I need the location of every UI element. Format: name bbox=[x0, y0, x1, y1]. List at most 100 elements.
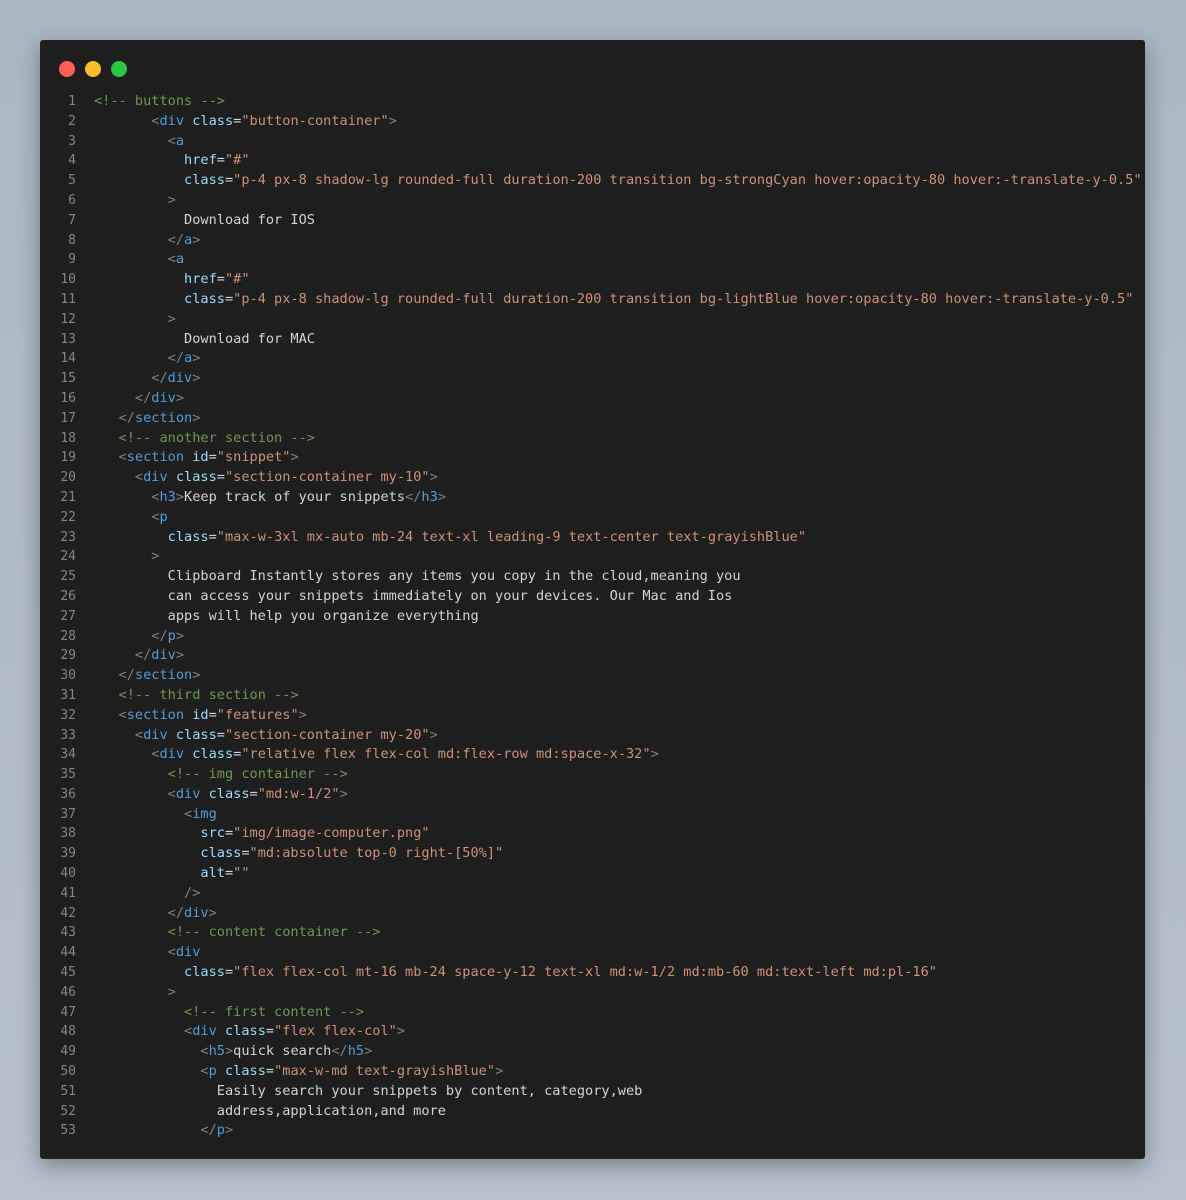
code-token-punct: < bbox=[167, 251, 176, 268]
line-content: </div> bbox=[76, 646, 1145, 666]
code-token-comment: <!-- buttons --> bbox=[94, 93, 225, 109]
code-line: 4 href="#" bbox=[40, 151, 1145, 171]
code-token-punct: > bbox=[192, 370, 201, 387]
code-token-tag: div bbox=[143, 726, 168, 743]
code-token-tag: section bbox=[126, 706, 185, 723]
code-token-punct: < bbox=[167, 944, 176, 961]
line-number: 7 bbox=[68, 212, 76, 228]
line-content: <p bbox=[76, 508, 1145, 528]
line-content: <p class="max-w-md text-grayishBlue"> bbox=[76, 1062, 1145, 1082]
code-token-tag: div bbox=[184, 904, 209, 921]
line-number: 41 bbox=[60, 885, 76, 901]
code-token-tag: div bbox=[175, 944, 201, 961]
line-number: 3 bbox=[68, 133, 76, 149]
line-number: 13 bbox=[60, 331, 76, 347]
line-number: 1 bbox=[68, 94, 76, 109]
code-token-punct: </ bbox=[134, 389, 152, 406]
code-token-punct: > bbox=[429, 469, 438, 486]
code-token-attr: class bbox=[184, 964, 225, 981]
maximize-button[interactable] bbox=[111, 61, 127, 77]
code-token-text: Keep track of your snippets bbox=[184, 488, 406, 505]
code-token-tag: a bbox=[184, 231, 193, 248]
code-token-attr: alt bbox=[200, 865, 225, 882]
code-token-tag: section bbox=[134, 667, 193, 684]
code-token-punct: < bbox=[167, 132, 176, 149]
code-token-punct: < bbox=[200, 1043, 209, 1060]
code-line: 27 apps will help you organize everythin… bbox=[40, 607, 1145, 627]
code-token-tag: div bbox=[159, 112, 185, 129]
code-token-text: = bbox=[224, 172, 234, 189]
code-token-punct: </ bbox=[331, 1043, 348, 1060]
code-line: 15 </div> bbox=[40, 369, 1145, 389]
line-content: Download for IOS bbox=[76, 211, 1145, 231]
line-content: class="max-w-3xl mx-auto mb-24 text-xl l… bbox=[76, 528, 1145, 548]
line-number: 25 bbox=[60, 569, 76, 585]
code-token-comment: <!-- content container --> bbox=[167, 924, 381, 941]
close-button[interactable] bbox=[59, 61, 75, 77]
line-content: <h3>Keep track of your snippets</h3> bbox=[76, 488, 1145, 508]
line-number: 11 bbox=[60, 291, 76, 307]
code-token-punct: > bbox=[364, 1043, 373, 1060]
code-token-punct: </ bbox=[151, 370, 168, 387]
code-token-punct: > bbox=[167, 191, 176, 208]
line-number: 4 bbox=[68, 153, 76, 169]
line-content: /> bbox=[76, 884, 1145, 904]
code-token-text: Download for MAC bbox=[94, 330, 315, 347]
code-token-str: "#" bbox=[224, 271, 250, 288]
code-token-attr: class bbox=[192, 746, 234, 763]
code-token-text: = bbox=[208, 706, 217, 723]
line-content: > bbox=[76, 191, 1145, 211]
code-token-attr: class bbox=[175, 726, 217, 743]
code-token-tag: p bbox=[216, 1122, 225, 1139]
code-line: 13 Download for MAC bbox=[40, 330, 1145, 350]
code-line: 44 <div bbox=[40, 943, 1145, 963]
code-token-punct: </ bbox=[200, 1122, 217, 1139]
code-token-punct: > bbox=[208, 904, 217, 921]
line-content: <a bbox=[76, 250, 1145, 270]
code-line: 42 </div> bbox=[40, 904, 1145, 924]
code-line: 50 <p class="max-w-md text-grayishBlue"> bbox=[40, 1062, 1145, 1082]
code-token-punct: > bbox=[437, 488, 446, 505]
line-content: <!-- buttons --> bbox=[76, 92, 1145, 112]
line-content: </div> bbox=[76, 369, 1145, 389]
line-number: 24 bbox=[60, 549, 76, 565]
line-content: <!-- content container --> bbox=[76, 923, 1145, 943]
code-token-tag: p bbox=[159, 508, 168, 525]
code-token-punct: < bbox=[134, 469, 144, 486]
code-token-str: "section-container my-10" bbox=[224, 469, 430, 486]
code-token-attr: id bbox=[192, 449, 209, 466]
code-token-punct: < bbox=[200, 1063, 209, 1080]
code-token-punct: > bbox=[167, 983, 176, 1000]
code-token-text: = bbox=[224, 964, 234, 981]
line-content: </div> bbox=[76, 904, 1145, 924]
code-line: 39 class="md:absolute top-0 right-[50%]" bbox=[40, 844, 1145, 864]
code-token-attr: class bbox=[224, 1063, 266, 1080]
code-token-text: = bbox=[216, 469, 225, 486]
line-content: <!-- third section --> bbox=[76, 686, 1145, 706]
code-token-punct: </ bbox=[167, 231, 185, 248]
minimize-button[interactable] bbox=[85, 61, 101, 77]
line-number: 38 bbox=[60, 826, 76, 842]
line-content: <div class="flex flex-col"> bbox=[76, 1022, 1145, 1042]
line-content: </section> bbox=[76, 409, 1145, 429]
code-editor[interactable]: 1 <!-- buttons --> 2 <div class="button-co… bbox=[40, 92, 1145, 1141]
line-content: class="p-4 px-8 shadow-lg rounded-full d… bbox=[76, 171, 1145, 191]
line-number: 34 bbox=[60, 747, 76, 763]
line-number: 14 bbox=[60, 351, 76, 367]
line-number: 29 bbox=[60, 648, 76, 664]
line-number: 26 bbox=[60, 588, 76, 604]
line-number: 42 bbox=[60, 905, 76, 921]
